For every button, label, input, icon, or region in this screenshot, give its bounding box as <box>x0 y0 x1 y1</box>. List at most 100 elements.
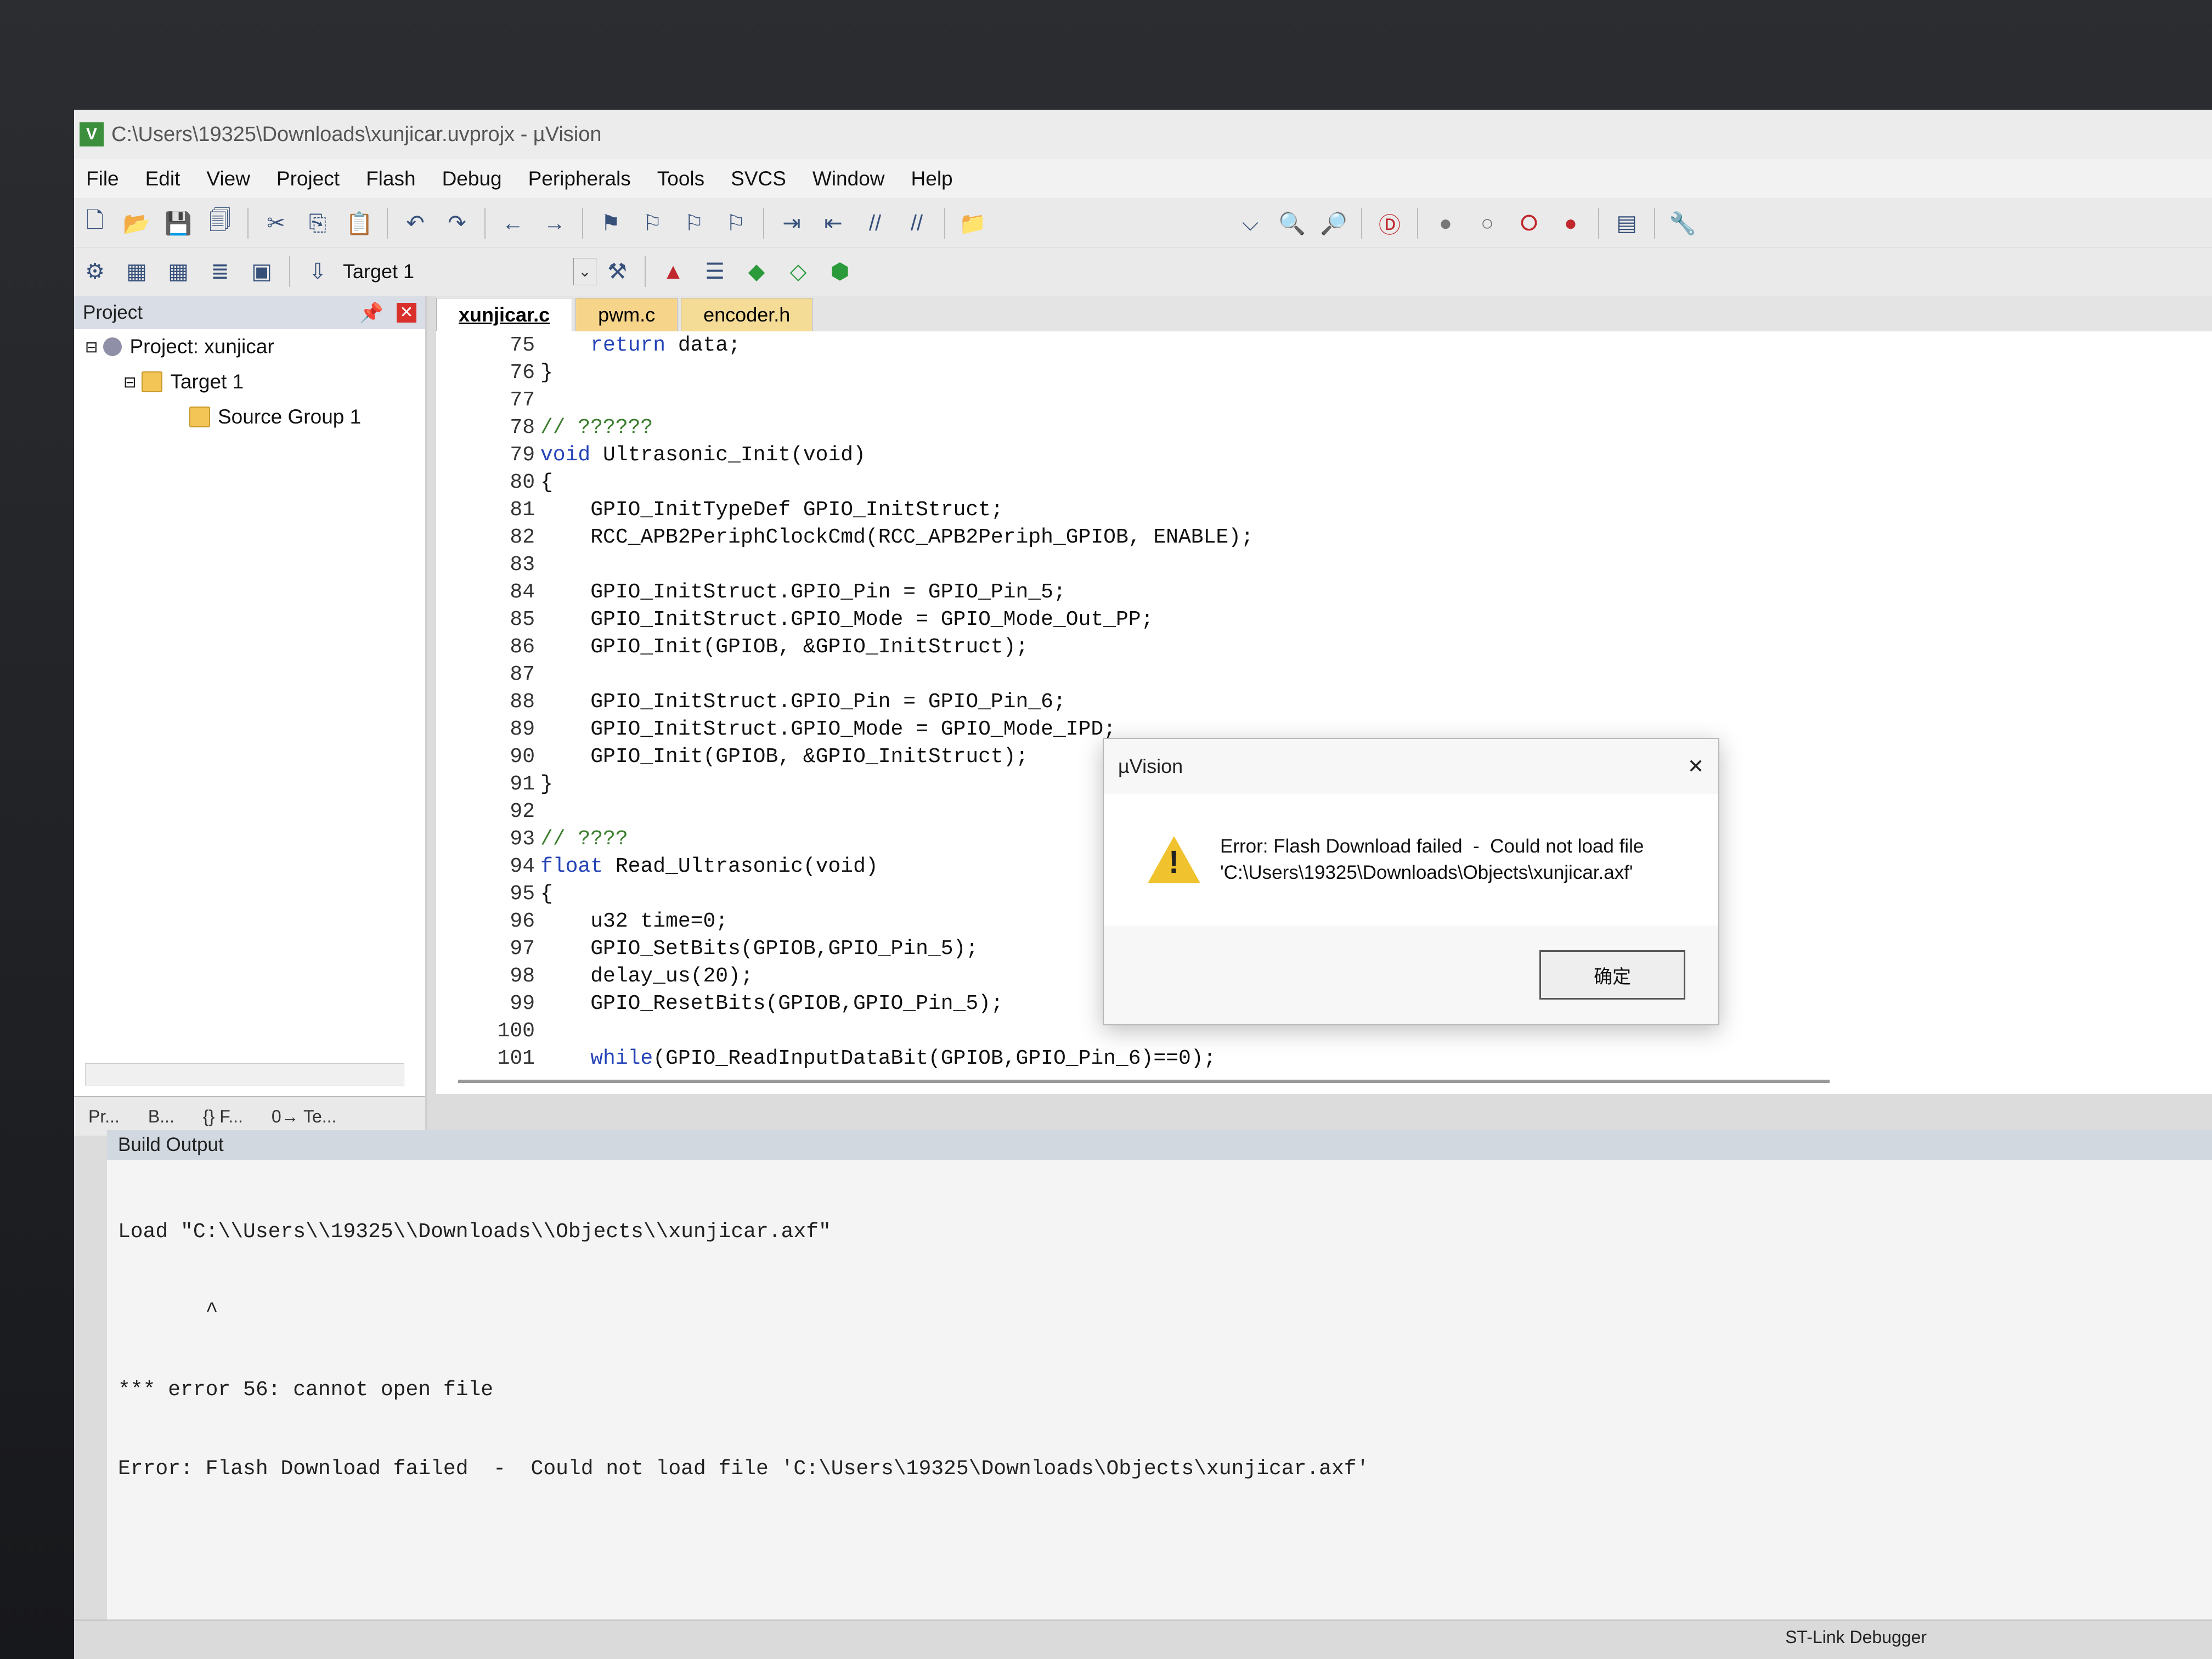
window-layout-icon[interactable]: ▤ <box>1611 208 1642 239</box>
menu-flash[interactable]: Flash <box>366 167 415 190</box>
translate-icon[interactable]: ⚙ <box>80 256 110 287</box>
copy-icon[interactable]: ⎘ <box>302 208 333 239</box>
code-text: GPIO_ResetBits(GPIOB,GPIO_Pin_5); <box>540 991 1003 1015</box>
build-icon[interactable]: ▦ <box>121 256 152 287</box>
kill-breakpoints-icon[interactable]: ⭘ <box>1514 208 1544 239</box>
navigate-forward-icon[interactable]: → <box>539 208 570 239</box>
build-output-line: *** error 56: cannot open file <box>118 1378 494 1402</box>
line-number: 93 <box>510 827 535 851</box>
save-icon[interactable]: 💾 <box>163 208 194 239</box>
breakpoint-icon[interactable]: ● <box>1430 208 1461 239</box>
toolbar-separator <box>289 256 290 287</box>
code-text: // ???? <box>540 827 628 851</box>
batch-build-icon[interactable]: ≣ <box>205 256 235 287</box>
cut-icon[interactable]: ✂ <box>261 208 291 239</box>
line-number: 78 <box>510 415 535 439</box>
keyword: float <box>540 854 603 878</box>
next-bookmark-icon[interactable]: ⚐ <box>679 208 709 239</box>
line-number: 98 <box>510 964 535 988</box>
file-extensions-icon[interactable]: ☰ <box>699 256 730 287</box>
configure-icon[interactable]: 🔧 <box>1667 208 1698 239</box>
new-file-icon[interactable]: 🗋 <box>80 208 110 239</box>
bookmark-icon[interactable]: ⚑ <box>595 208 626 239</box>
disable-breakpoint-icon[interactable]: ○ <box>1472 208 1503 239</box>
menu-file[interactable]: File <box>86 167 119 190</box>
dialog-body: Error: Flash Download failed - Could not… <box>1104 794 1718 926</box>
find-icon[interactable]: 🔍 <box>1277 208 1307 239</box>
debug-session-icon[interactable]: Ⓓ <box>1374 208 1405 239</box>
incremental-find-icon[interactable]: 🔎 <box>1318 208 1349 239</box>
tab-project[interactable]: Pr... <box>88 1107 120 1127</box>
tab-books[interactable]: B... <box>148 1107 174 1127</box>
error-dialog: µVision ✕ Error: Flash Download failed -… <box>1103 738 1719 1025</box>
navigate-back-icon[interactable]: ← <box>498 208 528 239</box>
redo-icon[interactable]: ↷ <box>442 208 472 239</box>
target-options-icon[interactable]: ⚒ <box>602 256 633 287</box>
prev-bookmark-icon[interactable]: ⚐ <box>637 208 668 239</box>
pack-installer-icon[interactable]: ◆ <box>741 256 772 287</box>
tab-functions[interactable]: {} F... <box>203 1107 243 1127</box>
horizontal-scrollbar[interactable] <box>458 1080 1830 1083</box>
menu-project[interactable]: Project <box>276 167 340 190</box>
uncomment-icon[interactable]: // <box>901 208 932 239</box>
tree-item-target[interactable]: ⊟ Target 1 <box>74 364 425 399</box>
close-icon[interactable]: ✕ <box>397 303 416 323</box>
line-number: 97 <box>510 936 535 961</box>
paste-icon[interactable]: 📋 <box>344 208 375 239</box>
indent-icon[interactable]: ⇥ <box>776 208 807 239</box>
menu-help[interactable]: Help <box>911 167 953 190</box>
build-output-text[interactable]: Load "C:\\Users\\19325\\Downloads\\Objec… <box>107 1160 2212 1542</box>
file-toolbar: 🗋 📂 💾 🗐 ✂ ⎘ 📋 ↶ ↷ ← → ⚑ ⚐ ⚐ ⚐ ⇥ ⇤ // // … <box>74 199 2212 247</box>
find-in-files-icon[interactable]: 📁 <box>957 208 988 239</box>
target-dropdown-icon[interactable]: ⌄ <box>573 258 596 285</box>
menu-peripherals[interactable]: Peripherals <box>528 167 631 190</box>
ok-button[interactable]: 确定 <box>1539 950 1685 1000</box>
rebuild-icon[interactable]: ▦ <box>163 256 194 287</box>
tree-item-source-group[interactable]: Source Group 1 <box>74 399 425 435</box>
line-number: 99 <box>510 991 535 1015</box>
build-output-line: Error: Flash Download failed - Could not… <box>118 1457 1369 1481</box>
menu-window[interactable]: Window <box>812 167 885 190</box>
code-text: } <box>540 360 553 385</box>
dropdown-arrow-icon[interactable]: ⌵ <box>1235 208 1266 239</box>
collapse-icon[interactable]: ⊟ <box>85 338 98 356</box>
run-time-environment-icon[interactable]: ◇ <box>783 256 814 287</box>
code-line: 101 while(GPIO_ReadInputDataBit(GPIOB,GP… <box>436 1045 2212 1072</box>
horizontal-scrollbar[interactable] <box>85 1063 404 1086</box>
save-all-icon[interactable]: 🗐 <box>205 208 235 239</box>
line-number: 88 <box>510 690 535 714</box>
clear-bookmarks-icon[interactable]: ⚐ <box>720 208 751 239</box>
tab-xunjicar-c[interactable]: xunjicar.c <box>436 298 573 331</box>
stop-build-icon[interactable]: ▣ <box>246 256 277 287</box>
close-icon[interactable]: ✕ <box>1688 757 1704 776</box>
code-line: 80{ <box>436 469 2212 496</box>
breakpoint-options-icon[interactable]: ● <box>1555 208 1586 239</box>
load-download-icon[interactable]: ⇩ <box>302 256 333 287</box>
pin-icon[interactable]: 📌 <box>359 302 383 324</box>
menu-view[interactable]: View <box>206 167 250 190</box>
code-text: GPIO_InitStruct.GPIO_Mode = GPIO_Mode_Ou… <box>540 607 1154 631</box>
undo-icon[interactable]: ↶ <box>400 208 431 239</box>
menu-bar: File Edit View Project Flash Debug Perip… <box>74 159 2212 199</box>
line-number: 82 <box>510 525 535 549</box>
unindent-icon[interactable]: ⇤ <box>818 208 849 239</box>
select-software-packs-icon[interactable]: ⬢ <box>825 256 855 287</box>
open-folder-icon[interactable]: 📂 <box>121 208 152 239</box>
tab-encoder-h[interactable]: encoder.h <box>681 298 813 331</box>
collapse-icon[interactable]: ⊟ <box>123 373 136 391</box>
debugger-status: ST-Link Debugger <box>1785 1627 1927 1647</box>
dialog-title: µVision <box>1118 755 1183 777</box>
tree-item-project[interactable]: ⊟ Project: xunjicar <box>74 329 425 364</box>
comment-icon[interactable]: // <box>860 208 890 239</box>
target-select[interactable]: Target 1 <box>343 260 573 283</box>
menu-tools[interactable]: Tools <box>657 167 704 190</box>
manage-components-icon[interactable]: ▲ <box>658 256 689 287</box>
menu-edit[interactable]: Edit <box>145 167 180 190</box>
window-title: C:\Users\19325\Downloads\xunjicar.uvproj… <box>111 122 602 146</box>
title-bar[interactable]: V C:\Users\19325\Downloads\xunjicar.uvpr… <box>74 110 2212 159</box>
tab-templates[interactable]: 0→ Te... <box>272 1107 337 1127</box>
tab-pwm-c[interactable]: pwm.c <box>575 298 678 331</box>
code-text: return data; <box>590 333 741 357</box>
menu-debug[interactable]: Debug <box>442 167 502 190</box>
menu-svcs[interactable]: SVCS <box>731 167 786 190</box>
